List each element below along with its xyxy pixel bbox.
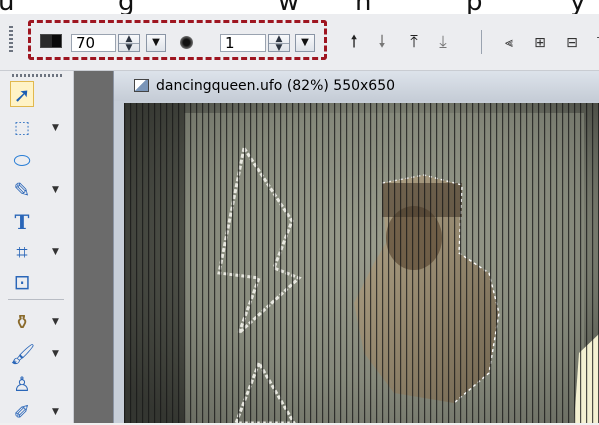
caption-fragment: w (278, 0, 299, 14)
size-spinner[interactable]: ▲ ▼ (268, 34, 290, 53)
options-toolbar: 70 ▲ ▼ ▼ 1 ▲ ▼ ▼ 🠕 🠗 ⤒ ⤓ ⫷ ⊞ ⊟ ⊤ (0, 14, 599, 71)
selection-tool-menu-chevron-icon[interactable]: ▼ (52, 123, 62, 133)
tools-palette: ➚ ⬚ ▼ ⬭ ✎ ▼ T ⌗ ▼ ⊡ ⚱ ▼ 🖌 ▼ ♙ ✐ ▼ (0, 71, 74, 425)
document-title-bar[interactable]: dancingqueen.ufo (82%) 550x650 (114, 71, 599, 101)
image-canvas[interactable] (124, 103, 599, 423)
move-down-icon[interactable]: 🠗 (372, 31, 392, 53)
text-tool-icon[interactable]: T (10, 209, 34, 235)
opacity-input[interactable]: 70 (71, 34, 116, 52)
workspace: dancingqueen.ufo (82%) 550x650 (74, 71, 599, 423)
pen-tool-menu-chevron-icon[interactable]: ▼ (52, 185, 62, 195)
pointer-tool-icon[interactable]: ➚ (10, 81, 34, 107)
opacity-icon (40, 34, 62, 48)
shape-tool-icon[interactable]: ⬭ (10, 147, 34, 173)
paint-bucket-tool-menu-chevron-icon[interactable]: ▼ (52, 317, 62, 327)
align-left-icon[interactable]: ⫷ (499, 33, 519, 53)
opacity-spinner[interactable]: ▲ ▼ (118, 34, 140, 53)
brush-tool-menu-chevron-icon[interactable]: ▼ (52, 349, 62, 359)
pen-tool-icon[interactable]: ✎ (10, 177, 34, 203)
tools-palette-grip[interactable] (12, 74, 62, 77)
opacity-dropdown-button[interactable]: ▼ (146, 34, 166, 52)
cropped-caption-strip: u g w n p y (0, 0, 599, 14)
align-top-icon[interactable]: ⊤ (592, 33, 599, 53)
toolbar-grip[interactable] (9, 26, 13, 52)
paint-bucket-tool-icon[interactable]: ⚱ (10, 309, 34, 335)
move-up-icon[interactable]: 🠕 (344, 31, 364, 53)
spin-down-icon[interactable]: ▼ (119, 44, 139, 53)
tools-divider (8, 299, 64, 300)
move-to-top-icon[interactable]: ⤒ (404, 31, 424, 53)
canvas-image[interactable] (124, 103, 599, 423)
spin-down-icon[interactable]: ▼ (269, 44, 289, 53)
brush-tool-icon[interactable]: 🖌 (10, 341, 35, 367)
align-right-icon[interactable]: ⊟ (562, 33, 582, 53)
move-to-bottom-icon[interactable]: ⤓ (433, 31, 453, 53)
eyedropper-tool-menu-chevron-icon[interactable]: ▼ (52, 407, 62, 417)
caption-fragment: g (118, 0, 135, 14)
eyedropper-tool-icon[interactable]: ✐ (10, 399, 34, 425)
crop-tool-icon[interactable]: ⌗ (10, 239, 34, 265)
document-window: dancingqueen.ufo (82%) 550x650 (113, 71, 599, 423)
caption-fragment: u (0, 0, 14, 14)
size-dropdown-button[interactable]: ▼ (295, 34, 315, 52)
document-title: dancingqueen.ufo (82%) 550x650 (156, 78, 396, 94)
align-center-icon[interactable]: ⊞ (530, 33, 550, 53)
transform-tool-icon[interactable]: ⊡ (10, 269, 34, 295)
caption-fragment: y (570, 0, 585, 14)
clone-stamp-tool-icon[interactable]: ♙ (10, 371, 34, 397)
caption-fragment: p (466, 0, 483, 14)
crop-tool-menu-chevron-icon[interactable]: ▼ (52, 247, 62, 257)
toolbar-separator (481, 30, 482, 54)
brush-size-icon (180, 36, 193, 49)
caption-fragment: n (355, 0, 371, 14)
size-input[interactable]: 1 (220, 34, 266, 52)
selection-tool-icon[interactable]: ⬚ (10, 115, 34, 141)
image-file-icon (134, 79, 149, 92)
